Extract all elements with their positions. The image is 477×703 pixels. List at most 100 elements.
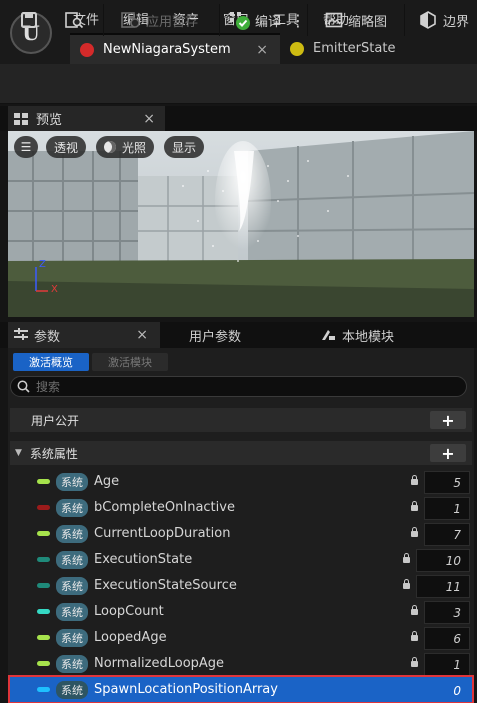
parameter-name: NormalizedLoopAge bbox=[94, 656, 225, 671]
pin-icon bbox=[37, 635, 50, 640]
show-label: 显示 bbox=[172, 140, 197, 155]
bounds-button[interactable]: 边界 bbox=[418, 6, 469, 34]
namespace-badge: 系统 bbox=[56, 654, 88, 673]
browse-asset-button[interactable] bbox=[64, 6, 84, 34]
parameter-name: CurrentLoopDuration bbox=[94, 526, 231, 541]
emitter-state-icon bbox=[290, 41, 304, 56]
lighting-button[interactable]: 光照 bbox=[96, 136, 155, 158]
tab-label: NewNiagaraSystem bbox=[103, 42, 231, 57]
tab-parameters[interactable]: 参数 × bbox=[8, 322, 160, 348]
parameter-value[interactable]: 11 bbox=[416, 575, 470, 598]
compile-button[interactable]: 编译 bbox=[229, 6, 281, 34]
axis-z-label: Z bbox=[39, 259, 46, 270]
parameter-name: SpawnLocationPositionArray bbox=[94, 682, 278, 697]
pin-icon bbox=[37, 583, 50, 588]
lock-icon bbox=[403, 553, 410, 563]
lock-icon bbox=[411, 631, 418, 641]
section-system-attributes[interactable]: ▼ 系统属性 + bbox=[10, 441, 472, 465]
tab-user-parameters[interactable]: 用户参数 bbox=[189, 322, 241, 348]
tab-local-modules[interactable]: 本地模块 bbox=[320, 322, 394, 348]
save-button[interactable] bbox=[20, 6, 38, 34]
section-user-exposed[interactable]: 用户公开 + bbox=[10, 408, 472, 432]
parameters-tab-label: 参数 bbox=[34, 329, 61, 345]
add-system-parameter-button[interactable]: + bbox=[430, 444, 466, 463]
apply-pending-label: 应用暂存 bbox=[146, 14, 199, 30]
parameter-value[interactable]: 0 bbox=[424, 679, 470, 702]
hamburger-icon: ☰ bbox=[20, 140, 32, 154]
parameter-row[interactable]: 系统 NormalizedLoopAge 1 bbox=[10, 651, 472, 676]
viewport-scene bbox=[8, 131, 474, 317]
preview-grid-icon bbox=[14, 112, 28, 125]
parameter-value[interactable]: 6 bbox=[424, 627, 470, 650]
thumbnail-button[interactable]: 缩略图 bbox=[325, 6, 387, 34]
namespace-badge: 系统 bbox=[56, 524, 88, 543]
bounds-icon bbox=[420, 11, 436, 29]
apply-icon bbox=[121, 12, 140, 28]
tab-emitter-state[interactable]: EmitterState bbox=[280, 33, 460, 64]
viewport-options-button[interactable]: ☰ bbox=[14, 136, 38, 158]
parameter-value[interactable]: 3 bbox=[424, 601, 470, 624]
namespace-badge: 系统 bbox=[56, 680, 88, 699]
tab-new-niagara-system[interactable]: NewNiagaraSystem × bbox=[70, 33, 280, 64]
pin-icon bbox=[37, 531, 50, 536]
toolbar bbox=[0, 64, 477, 104]
compile-label: 编译 bbox=[255, 14, 282, 30]
toolbar-separator bbox=[219, 4, 220, 36]
parameter-value[interactable]: 10 bbox=[416, 549, 470, 572]
namespace-badge: 系统 bbox=[56, 602, 88, 621]
parameter-row[interactable]: 系统 CurrentLoopDuration 7 bbox=[10, 521, 472, 546]
lock-icon bbox=[411, 501, 418, 511]
parameter-name: Age bbox=[94, 474, 120, 489]
parameter-row[interactable]: 系统 ExecutionStateSource 11 bbox=[10, 573, 472, 598]
thumbnail-label: 缩略图 bbox=[348, 14, 388, 30]
namespace-badge: 系统 bbox=[56, 498, 88, 517]
parameter-name: bCompleteOnInactive bbox=[94, 500, 235, 515]
pin-icon bbox=[37, 505, 50, 510]
parameter-value[interactable]: 5 bbox=[424, 471, 470, 494]
lock-icon bbox=[411, 475, 418, 485]
local-modules-icon bbox=[322, 330, 335, 340]
section-label: 系统属性 bbox=[29, 446, 78, 461]
section-label: 用户公开 bbox=[31, 413, 80, 428]
chevron-down-icon[interactable]: ▼ bbox=[15, 448, 22, 458]
active-overview-toggle[interactable]: 激活概览 bbox=[13, 353, 89, 371]
close-icon[interactable]: × bbox=[256, 42, 268, 58]
parameter-name: ExecutionState bbox=[94, 552, 193, 567]
parameter-row[interactable]: 系统 Age 5 bbox=[10, 469, 472, 494]
parameter-name: LoopCount bbox=[94, 604, 164, 619]
parameter-row[interactable]: 系统 bCompleteOnInactive 1 bbox=[10, 495, 472, 520]
pin-icon bbox=[37, 687, 50, 692]
local-modules-label: 本地模块 bbox=[342, 329, 395, 345]
parameter-row[interactable]: 系统 LoopedAge 6 bbox=[10, 625, 472, 650]
active-modules-toggle[interactable]: 激活模块 bbox=[92, 353, 168, 371]
tab-preview[interactable]: 预览 × bbox=[8, 106, 165, 131]
pin-icon bbox=[37, 479, 50, 484]
parameter-value[interactable]: 1 bbox=[424, 497, 470, 520]
namespace-badge: 系统 bbox=[56, 576, 88, 595]
parameter-row-selected[interactable]: 系统 SpawnLocationPositionArray 0 bbox=[8, 675, 474, 703]
preview-viewport[interactable]: Z X bbox=[8, 131, 474, 317]
search-input[interactable]: 搜索 bbox=[10, 376, 467, 397]
browse-icon bbox=[65, 12, 84, 29]
lighting-icon bbox=[104, 141, 116, 153]
preview-tab-label: 预览 bbox=[36, 113, 63, 128]
toolbar-separator bbox=[103, 4, 104, 36]
close-icon[interactable]: × bbox=[143, 111, 155, 127]
show-button[interactable]: 显示 bbox=[164, 136, 205, 158]
lock-icon bbox=[411, 605, 418, 615]
add-user-parameter-button[interactable]: + bbox=[430, 411, 466, 430]
pin-icon bbox=[37, 557, 50, 562]
apply-pending-button[interactable]: 应用暂存 bbox=[120, 6, 198, 34]
namespace-badge: 系统 bbox=[56, 550, 88, 569]
pin-icon bbox=[37, 609, 50, 614]
perspective-button[interactable]: 透视 bbox=[46, 136, 87, 158]
parameter-value[interactable]: 1 bbox=[424, 653, 470, 676]
niagara-system-icon bbox=[80, 42, 94, 57]
compile-options-button[interactable]: ⋮ bbox=[290, 6, 306, 34]
parameter-value[interactable]: 7 bbox=[424, 523, 470, 546]
close-icon[interactable]: × bbox=[136, 327, 148, 343]
parameter-row[interactable]: 系统 ExecutionState 10 bbox=[10, 547, 472, 572]
user-params-label: 用户参数 bbox=[189, 329, 242, 345]
pin-icon bbox=[37, 661, 50, 666]
parameter-row[interactable]: 系统 LoopCount 3 bbox=[10, 599, 472, 624]
